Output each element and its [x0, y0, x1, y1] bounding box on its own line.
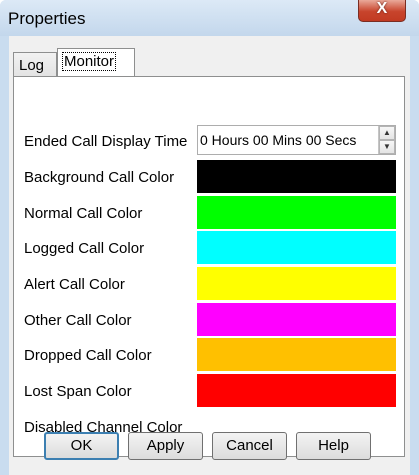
background-call-color-swatch[interactable]: [197, 160, 396, 193]
title-bar[interactable]: Properties X: [0, 0, 419, 36]
close-icon: X: [376, 0, 388, 17]
normal-call-color-swatch[interactable]: [197, 196, 396, 229]
other-call-color-swatch[interactable]: [197, 303, 396, 336]
tab-monitor-label: Monitor: [61, 52, 117, 71]
lost-span-color-label: Lost Span Color: [24, 383, 132, 400]
close-button[interactable]: X: [358, 0, 406, 22]
lost-span-color-swatch[interactable]: [197, 374, 396, 407]
window-title: Properties: [8, 9, 86, 28]
other-call-color-label: Other Call Color: [24, 312, 132, 329]
monitor-panel: Ended Call Display Time 0 Hours 00 Mins …: [13, 76, 405, 457]
apply-button[interactable]: Apply: [128, 432, 203, 460]
tab-log[interactable]: Log: [13, 52, 57, 76]
spin-up-icon[interactable]: ▲: [379, 126, 395, 140]
logged-call-color-label: Logged Call Color: [24, 240, 145, 257]
normal-call-color-label: Normal Call Color: [24, 205, 143, 222]
background-call-color-label: Background Call Color: [24, 169, 175, 186]
alert-call-color-label: Alert Call Color: [24, 276, 125, 293]
ok-button[interactable]: OK: [44, 432, 119, 460]
dropped-call-color-swatch[interactable]: [197, 338, 396, 371]
help-button[interactable]: Help: [296, 432, 371, 460]
ended-call-time-value[interactable]: 0 Hours 00 Mins 00 Secs: [200, 132, 356, 148]
tab-log-label: Log: [19, 57, 45, 74]
ended-call-time-spinner[interactable]: 0 Hours 00 Mins 00 Secs ▲ ▼: [197, 125, 396, 155]
properties-window: Properties X Log Monitor Ended Call Disp…: [0, 0, 419, 475]
spin-down-icon[interactable]: ▼: [379, 140, 395, 154]
dropped-call-color-label: Dropped Call Color: [24, 347, 152, 364]
spinner-buttons: ▲ ▼: [378, 126, 395, 154]
cancel-button[interactable]: Cancel: [212, 432, 287, 460]
tab-monitor[interactable]: Monitor: [57, 48, 135, 77]
ended-call-display-time-label: Ended Call Display Time: [24, 133, 188, 150]
dialog-client-area: Log Monitor Ended Call Display Time 0 Ho…: [9, 36, 410, 475]
alert-call-color-swatch[interactable]: [197, 267, 396, 300]
logged-call-color-swatch[interactable]: [197, 231, 396, 264]
